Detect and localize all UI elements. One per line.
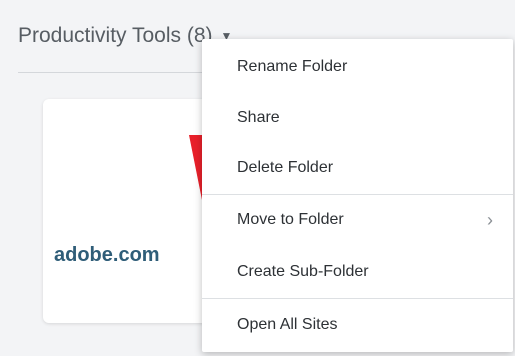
- menu-item-share[interactable]: Share: [202, 93, 513, 143]
- folder-context-menu: Rename Folder Share Delete Folder Move t…: [202, 39, 513, 352]
- menu-item-delete-folder[interactable]: Delete Folder: [202, 143, 513, 193]
- header-divider: [18, 72, 218, 73]
- menu-divider: [202, 298, 513, 299]
- chevron-right-icon: ›: [487, 209, 493, 230]
- adobe-logo-icon: [189, 135, 203, 205]
- menu-item-create-sub-folder[interactable]: Create Sub-Folder: [202, 247, 513, 297]
- menu-item-label: Delete Folder: [237, 159, 334, 176]
- folder-title[interactable]: Productivity Tools (8) ▼: [18, 24, 232, 48]
- menu-item-rename-folder[interactable]: Rename Folder: [202, 42, 513, 92]
- folder-title-text: Productivity Tools (8): [18, 24, 213, 47]
- site-name: adobe.com: [54, 244, 160, 266]
- menu-item-open-all-sites[interactable]: Open All Sites: [202, 300, 513, 350]
- menu-item-label: Rename Folder: [237, 58, 348, 75]
- menu-item-label: Move to Folder: [237, 211, 344, 228]
- menu-item-move-to-folder[interactable]: Move to Folder ›: [202, 195, 513, 245]
- menu-item-label: Share: [237, 109, 280, 126]
- page: Productivity Tools (8) ▼ adobe.com Rename…: [0, 0, 515, 356]
- menu-item-label: Open All Sites: [237, 316, 338, 333]
- menu-item-label: Create Sub-Folder: [237, 263, 369, 280]
